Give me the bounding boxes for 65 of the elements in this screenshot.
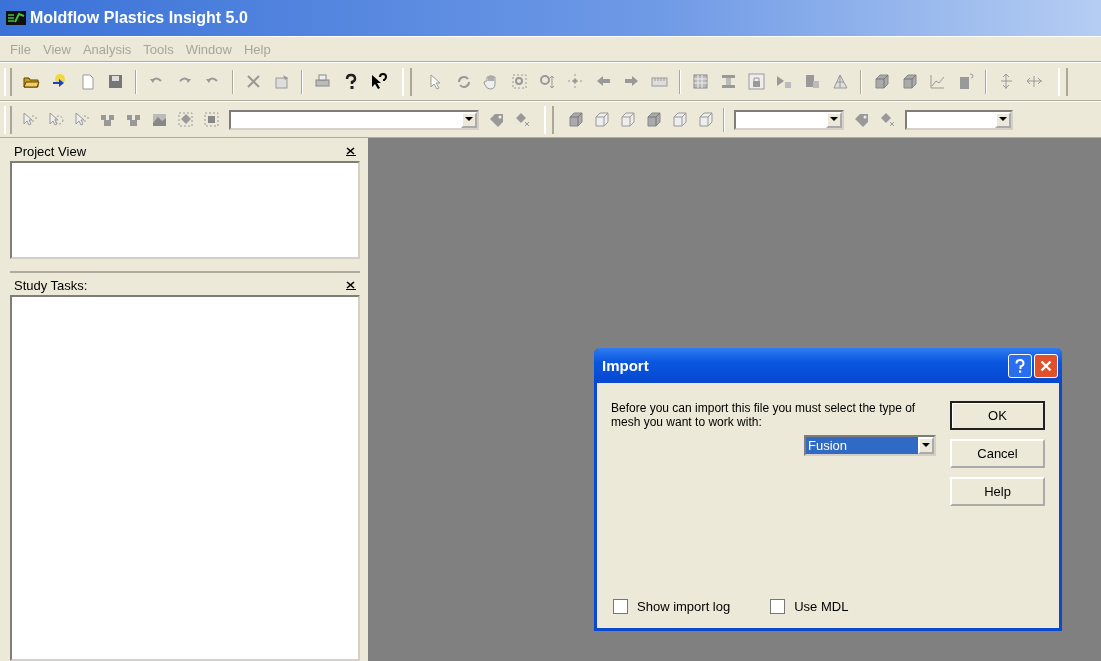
question-mark-icon[interactable]	[1014, 358, 1026, 373]
close-button[interactable]	[1034, 353, 1058, 378]
help-button[interactable]	[1008, 353, 1032, 378]
caret-icon[interactable]	[922, 443, 930, 448]
app-logo-icon	[6, 11, 26, 25]
grid-icon[interactable]	[692, 73, 709, 90]
cube-icon[interactable]	[619, 111, 636, 128]
crosshair-icon[interactable]	[567, 73, 584, 90]
mesh-type-dropdown[interactable]: Fusion	[804, 435, 936, 456]
caret-icon[interactable]	[830, 117, 838, 122]
mesh-icon[interactable]	[832, 73, 849, 90]
toolbar-grip[interactable]	[4, 105, 12, 134]
delete-icon[interactable]	[245, 73, 262, 90]
document-icon[interactable]	[79, 73, 96, 90]
dialog-button[interactable]: OK	[950, 401, 1045, 430]
close-icon[interactable]	[346, 146, 356, 156]
cube-icon[interactable]	[873, 73, 890, 90]
shape-icon[interactable]	[151, 111, 168, 128]
select-icon[interactable]	[21, 111, 38, 128]
select-icon[interactable]	[47, 111, 64, 128]
dialog-button[interactable]: Help	[950, 477, 1045, 506]
tag-remove-icon[interactable]	[514, 111, 531, 128]
select-icon[interactable]	[203, 111, 220, 128]
properties-icon[interactable]	[273, 73, 290, 90]
plot-icon[interactable]	[929, 73, 946, 90]
dialog-button[interactable]: Cancel	[950, 439, 1045, 468]
dropdown[interactable]	[734, 109, 844, 130]
cube-icon[interactable]	[697, 111, 714, 128]
window-title: Moldflow Plastics Insight 5.0	[30, 9, 248, 27]
printer-icon[interactable]	[314, 73, 331, 90]
tag-icon[interactable]	[853, 111, 870, 128]
align-icon[interactable]	[720, 73, 737, 90]
tag-icon[interactable]	[488, 111, 505, 128]
panel-title: Project View	[14, 143, 86, 159]
caret-icon[interactable]	[465, 117, 473, 122]
horizontal-arrows-icon[interactable]	[1026, 73, 1043, 90]
toolbar-grip[interactable]	[4, 67, 12, 96]
dropdown[interactable]	[229, 109, 479, 130]
cube-icon[interactable]	[901, 73, 918, 90]
checkbox[interactable]: Show import log	[613, 599, 731, 614]
zoom-icon[interactable]	[539, 73, 556, 90]
cube-icon[interactable]	[671, 111, 688, 128]
zoom-box-icon[interactable]	[511, 73, 528, 90]
select-icon[interactable]	[73, 111, 90, 128]
dialog-title: Import	[602, 357, 649, 374]
rotate-icon[interactable]	[455, 73, 472, 90]
toolbar-grip[interactable]	[402, 67, 412, 96]
floppy-icon[interactable]	[107, 73, 124, 90]
checkbox[interactable]: Use MDL	[770, 599, 849, 614]
close-icon[interactable]	[346, 280, 356, 290]
toolbar-grip[interactable]	[544, 105, 554, 134]
panel-title: Study Tasks:	[14, 277, 88, 293]
import-icon[interactable]	[51, 73, 68, 90]
tag-remove-icon[interactable]	[879, 111, 896, 128]
caret-icon[interactable]	[999, 117, 1007, 122]
whats-this-icon[interactable]	[370, 73, 387, 90]
select-icon[interactable]	[177, 111, 194, 128]
block-icon[interactable]	[957, 73, 974, 90]
toolbar-grip[interactable]	[1058, 67, 1068, 96]
message-text: Before you can import this file you must select the type of mesh you want to work with:	[611, 401, 917, 429]
cube-icon[interactable]	[567, 111, 584, 128]
cube-icon[interactable]	[645, 111, 662, 128]
dropdown[interactable]	[905, 109, 1013, 130]
vertical-arrows-icon[interactable]	[998, 73, 1015, 90]
cube-icon[interactable]	[593, 111, 610, 128]
